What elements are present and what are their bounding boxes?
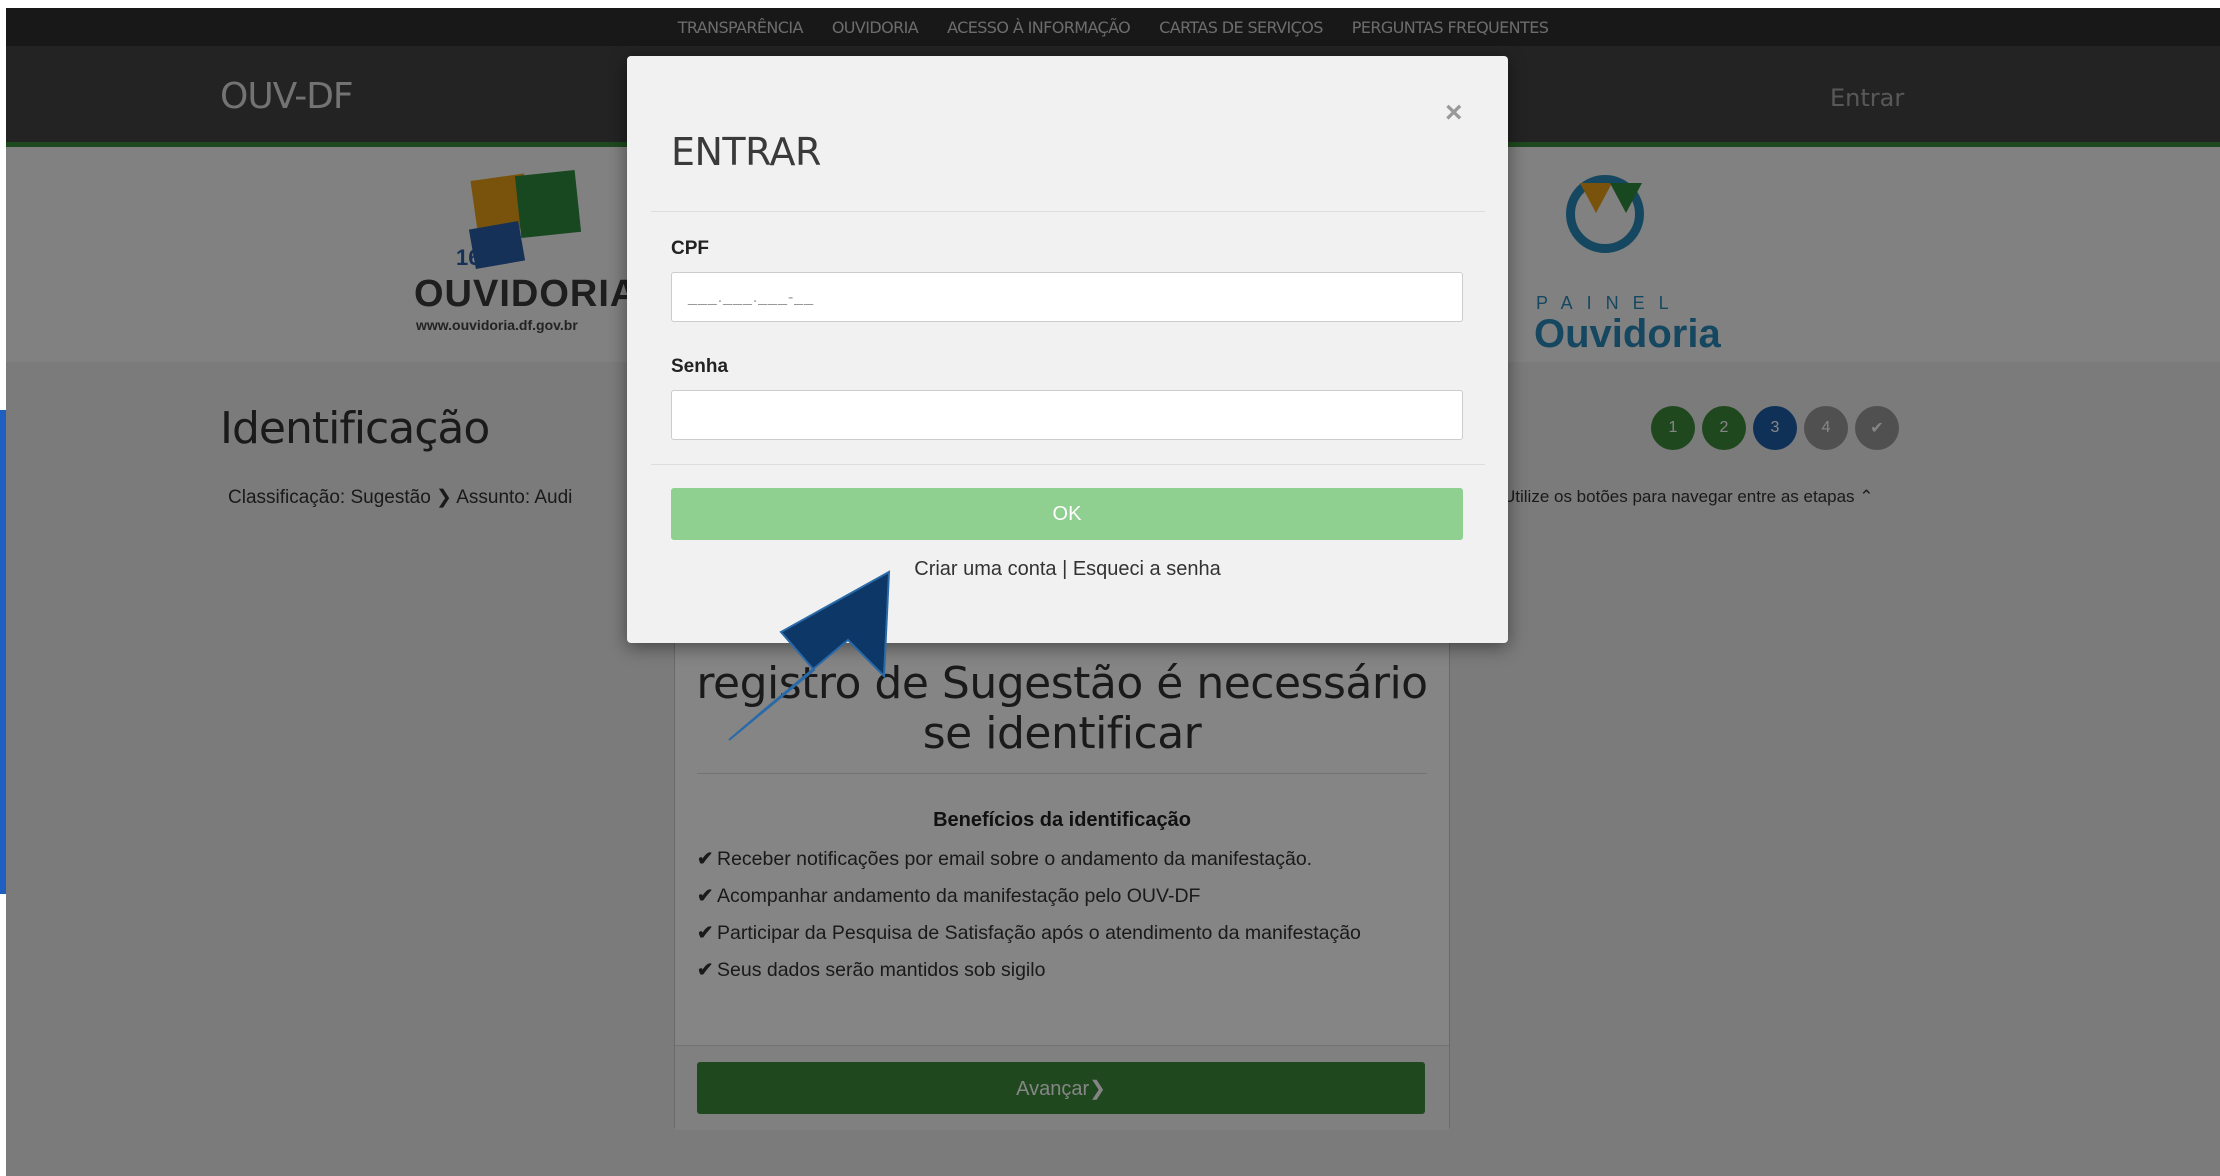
annotation-arrow-icon <box>728 570 891 741</box>
left-edge-bar <box>0 410 6 894</box>
arrow-shape <box>728 570 891 741</box>
page: TRANSPARÊNCIA OUVIDORIA ACESSO À INFORMA… <box>6 8 2220 1176</box>
